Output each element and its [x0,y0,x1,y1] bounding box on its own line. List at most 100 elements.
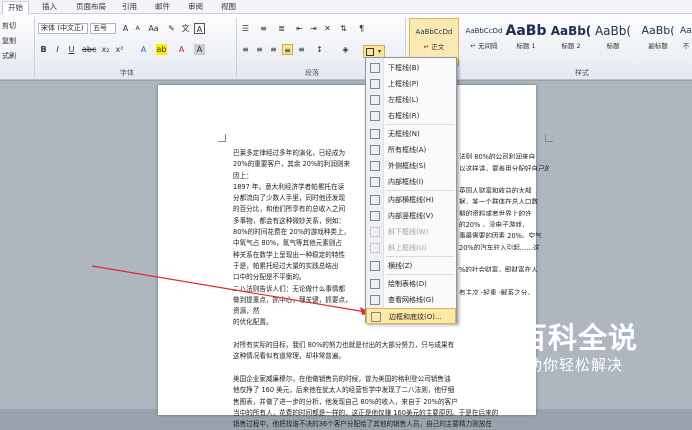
italic-icon[interactable]: I [52,44,63,55]
border-menu-label: 内部竖框线(V) [388,212,434,220]
border-menu-item[interactable]: 绘制表格(D) [366,276,456,292]
ribbon-tab-bar: 开始 插入 页面布局 引用 邮件 审阅 视图 [0,0,692,14]
arrow-line [91,265,367,313]
doc-line-text: 据，某一个群体在总人口数 [459,198,539,205]
shading-icon[interactable]: ◈ [340,44,351,55]
decrease-indent-icon[interactable]: ⇤ [294,23,305,34]
menu-separator [386,190,454,191]
border-menu-label: 下框线(B) [388,64,420,72]
border-menu-item[interactable]: 下框线(B) [366,60,456,76]
style-more[interactable]: AaBbC 不 [680,18,692,66]
copy-button[interactable]: 复制 [2,36,16,46]
font-family-combo[interactable]: 宋体 (中文正) [38,23,88,34]
show-marks-icon[interactable]: ¶ [356,23,367,34]
doc-line-text: 的20% 。没电子游戏， [459,221,529,228]
chinese-layout-icon[interactable]: ✕ [322,23,333,34]
border-menu-item[interactable]: 边框和底纹(O)... [366,308,456,324]
doc-line-text: 巴莱多定律经过多年的演化，已经成为 [233,149,346,157]
tab-view[interactable]: 视图 [221,1,236,14]
border-menu-label: 横线(Z) [388,262,413,270]
shrink-font-icon[interactable]: A [132,23,143,34]
style-sample: AaBb( [641,24,675,37]
font-size-combo[interactable]: 五号 [90,23,116,34]
text-effect-icon[interactable]: A [138,44,149,55]
border-menu-item[interactable]: 内部框线(I) [366,174,456,190]
align-right-icon[interactable]: ≡ [268,44,279,55]
doc-line: 售图表，并做了进一步的分析，他发现自己 80%的收入，来自于 20%的客户 [233,397,549,408]
border-menu-item[interactable]: 横线(Z) [366,258,456,274]
style-title[interactable]: AaBb( 标题 [588,18,638,66]
border-menu-label: 内部横框线(H) [388,196,434,204]
crop-mark [545,134,553,142]
superscript-icon[interactable]: x² [114,44,125,55]
style-heading-1[interactable]: AaBb 标题 1 [501,18,551,66]
grow-font-icon[interactable]: A [120,23,131,34]
phonetic-icon[interactable]: 文 [180,23,191,34]
border-menu-item[interactable]: 外侧框线(S) [366,158,456,174]
doc-line-text: 20%的汽车驻入引起……这 [459,243,540,250]
doc-line-text: 因上： [233,171,253,180]
sort-icon[interactable]: ⇅ [338,23,349,34]
doc-line-text: %的社会财富，即财富在人 [459,266,538,273]
border-menu-label: 边框和底纹(O)... [389,313,442,321]
font-color-icon[interactable]: A [176,44,187,55]
border-option-icon [370,79,380,89]
change-case-icon[interactable]: Aa [148,23,159,34]
increase-indent-icon[interactable]: ⇥ [308,23,319,34]
justify-icon[interactable]: ≡ [282,44,293,55]
border-menu-label: 斜下框线(W) [388,228,429,236]
strikethrough-icon[interactable]: abc [82,44,96,55]
border-menu-item[interactable]: 内部横框线(H) [366,192,456,208]
border-menu-label: 查看网格线(G) [388,296,434,304]
align-left-icon[interactable]: ≡ [240,44,251,55]
distribute-icon[interactable]: ≡ [296,44,307,55]
ribbon: 剪切 复制 式刷 宋体 (中文正) 五号 A A Aa ✎ 文 A B I U … [0,14,692,80]
doc-line [233,363,549,374]
multilevel-list-icon[interactable]: ≣ [276,23,287,34]
red-arrow-annotation [91,265,371,315]
cut-button[interactable]: 剪切 [2,21,16,31]
border-menu-item: 斜上框线(U) [366,240,456,256]
border-menu-item[interactable]: 左框线(L) [366,92,456,108]
border-menu-item[interactable]: 内部竖框线(V) [366,208,456,224]
border-option-icon [370,111,380,121]
tab-references[interactable]: 引用 [122,1,137,14]
border-menu-label: 上框线(P) [388,80,419,88]
border-menu-item: 斜下框线(W) [366,224,456,240]
paragraph-group-label: 段落 [305,69,319,77]
border-option-icon [370,227,380,237]
border-menu-item[interactable]: 无框线(N) [366,126,456,142]
border-menu-label: 内部框线(I) [388,178,424,186]
tab-mailings[interactable]: 邮件 [155,1,170,14]
format-painter-button[interactable]: 式刷 [2,51,16,61]
doc-line: 当中的所有人，花费的时间都是一样的，这正是他仅赚 160美元的主要原因。于是在后… [233,408,549,419]
bullets-icon[interactable]: ☰ [240,23,251,34]
subscript-icon[interactable]: x₂ [100,44,111,55]
clear-format-icon[interactable]: ✎ [166,23,177,34]
underline-icon[interactable]: U [66,44,77,55]
highlight-icon[interactable]: ab [156,44,167,55]
tab-home[interactable]: 开始 [2,1,29,14]
border-menu-item[interactable]: 上框线(P) [366,76,456,92]
tab-page-layout[interactable]: 页面布局 [76,1,106,14]
doc-line-text: 有主次 -轻重 -解系之分， [459,288,534,295]
doc-line: 美国企业家威廉穆尔，在他做销售员的时候，曾为美国的格利登公司销售油 [233,374,549,385]
align-center-icon[interactable]: ≡ [254,44,265,55]
border-menu-item[interactable]: 查看网格线(G) [366,292,456,308]
numbering-icon[interactable]: ≡ [258,23,269,34]
tab-insert[interactable]: 插入 [42,1,57,14]
watermark-subtitle: 助你轻松解决 [527,356,624,374]
tab-review[interactable]: 审阅 [188,1,203,14]
doc-line-text: 期的资料或者世界上的许 [459,209,532,216]
doc-line-text: 分都流向了少数人手里，同时他还发现 [233,194,346,203]
border-option-icon [370,261,380,271]
bold-icon[interactable]: B [38,44,49,55]
divider [34,18,35,78]
border-menu-item[interactable]: 所有框线(A) [366,142,456,158]
char-border-icon[interactable]: A [194,23,205,34]
line-spacing-icon[interactable]: ↕ [314,44,325,55]
style-sample: AaBbCcDd [415,28,453,36]
style-subtitle[interactable]: AaBb( 副标题 [633,18,683,66]
border-menu-item[interactable]: 右框线(R) [366,108,456,124]
char-shading-icon[interactable]: A [194,44,205,55]
